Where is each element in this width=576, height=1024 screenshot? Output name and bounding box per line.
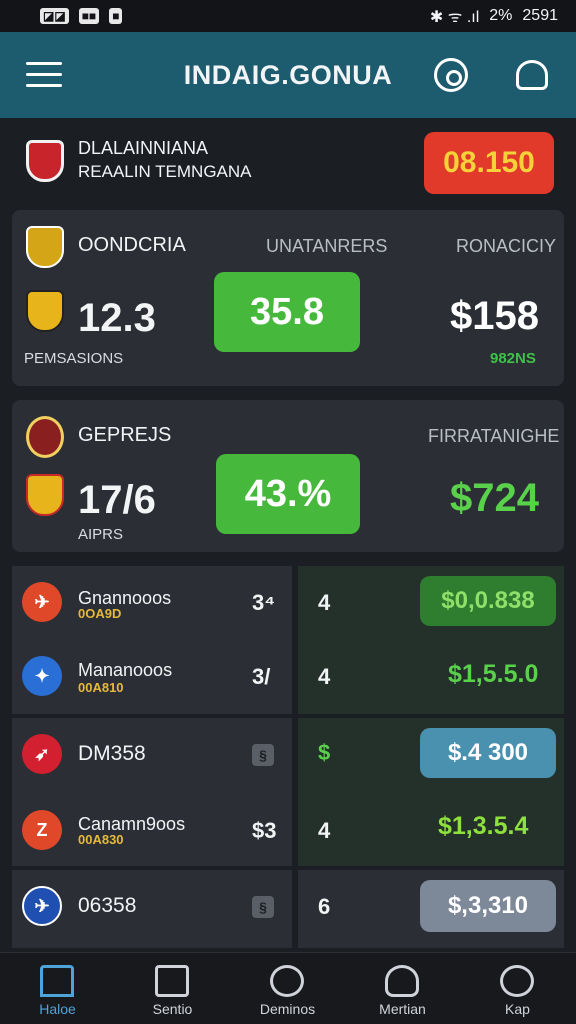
calendar-icon: [155, 965, 189, 997]
battery-text: 2%: [489, 7, 513, 24]
search-icon[interactable]: [434, 58, 468, 92]
ball-icon: [270, 965, 304, 997]
nav-home[interactable]: Haloe: [0, 953, 115, 1024]
row-badge: §: [252, 896, 274, 918]
headset-icon: [385, 965, 419, 997]
row-value[interactable]: $1,3.5.4: [438, 812, 528, 841]
row-number-1: 3/: [252, 664, 271, 689]
refresh-icon[interactable]: [516, 60, 548, 90]
nav-label: Deminos: [259, 1001, 316, 1017]
airline-logo-icon: ➶: [22, 734, 62, 774]
odds-pill[interactable]: 43.%: [216, 454, 360, 534]
row-name: 06358: [78, 894, 137, 917]
amount-value: $724: [450, 476, 539, 520]
row-code: 00A810: [78, 680, 124, 695]
team-crest-icon: [26, 416, 64, 458]
team-crest-icon: [26, 290, 64, 332]
nav-mentions[interactable]: Mertian: [345, 953, 460, 1024]
score-sublabel: PEMSASIONS: [24, 350, 124, 367]
airline-logo-icon: Z: [22, 810, 62, 850]
row-number-1: $3: [252, 818, 277, 843]
row-code: 0OA9D: [78, 606, 122, 621]
notification-icon-3: ■: [109, 8, 123, 24]
nav-label: Sentio: [152, 1001, 193, 1017]
score-value: 17/6: [78, 478, 156, 522]
amount-note: 982NS: [490, 350, 536, 367]
team-crest-icon: [26, 140, 64, 182]
amount-value: $158: [450, 294, 539, 338]
row-number-2: 4: [318, 590, 331, 615]
nav-label: Kap: [505, 1001, 530, 1017]
gauge-icon: [500, 965, 534, 997]
signal-icon: ✱ ᯤ .ıl: [429, 9, 480, 26]
header-line1: DLALAINNIANA: [78, 138, 209, 158]
match-card-2[interactable]: GEPREJS FIRRATANIGHE 17/6 AIPRS 43.% $72…: [12, 400, 564, 552]
row-code: 00A830: [78, 832, 124, 847]
nav-label: Mertian: [379, 1001, 426, 1017]
team-name: OONDCRIA: [78, 234, 186, 256]
airline-logo-icon: ✦: [22, 656, 62, 696]
row-value-pill[interactable]: $0,0.838: [420, 576, 556, 626]
status-right: ✱ ᯤ .ıl 2% 2591: [430, 5, 558, 27]
row-value-pill[interactable]: $,3,310: [420, 880, 556, 932]
header-line2: REAALIN TEMNGANA: [78, 162, 252, 181]
team-crest-icon: [26, 226, 64, 268]
airline-logo-icon: ✈: [22, 886, 62, 926]
odds-pill[interactable]: 35.8: [214, 272, 360, 352]
row-name: DM358: [78, 742, 146, 765]
menu-icon[interactable]: [26, 62, 62, 88]
app-bar: INDAIG.GONUA: [0, 32, 576, 118]
header-badge[interactable]: 08.150: [424, 132, 554, 194]
column-header-mid: UNATANRERS: [266, 236, 388, 256]
score-value: 12.3: [78, 296, 156, 340]
nav-kap[interactable]: Kap: [460, 953, 575, 1024]
nav-label: Haloe: [39, 1001, 76, 1017]
row-number-2: 4: [318, 818, 331, 843]
row-number-2: 4: [318, 664, 331, 689]
nav-schedule[interactable]: Sentio: [115, 953, 230, 1024]
match-card-1[interactable]: OONDCRIA UNATANRERS RONACICIY 12.3 PEMSA…: [12, 210, 564, 386]
status-bar: ◪◪ ■■ ■ ✱ ᯤ .ıl 2% 2591: [0, 0, 576, 32]
row-value[interactable]: $1,5.5.0: [448, 660, 538, 689]
row-value-pill[interactable]: $.4 300: [420, 728, 556, 778]
notification-icons: ◪◪ ■■ ■: [40, 8, 123, 24]
score-sublabel: AIPRS: [78, 526, 124, 543]
airline-logo-icon: ✈: [22, 582, 62, 622]
featured-match-header[interactable]: DLALAINNIANA REAALIN TEMNGANA 08.150: [12, 124, 564, 204]
nav-domains[interactable]: Deminos: [230, 953, 345, 1024]
row-number-2: 6: [318, 894, 331, 919]
row-number-2: $: [318, 740, 331, 765]
column-header-right: RONACICIY: [456, 236, 557, 256]
row-number-1: 3⁴: [252, 590, 276, 615]
row-name: Mananooos: [78, 660, 173, 680]
team-name: GEPREJS: [78, 424, 172, 446]
notification-icon-1: ◪◪: [40, 8, 69, 24]
team-crest-icon: [26, 474, 64, 516]
column-header-right: FIRRATANIGHE: [428, 426, 560, 446]
notification-icon-2: ■■: [78, 8, 100, 24]
home-icon: [40, 965, 74, 997]
clock-text: 2591: [522, 7, 558, 24]
row-badge: §: [252, 744, 274, 766]
bottom-navigation: Haloe Sentio Deminos Mertian Kap: [0, 952, 576, 1024]
app-title: INDAIG.GONUA: [183, 59, 393, 90]
